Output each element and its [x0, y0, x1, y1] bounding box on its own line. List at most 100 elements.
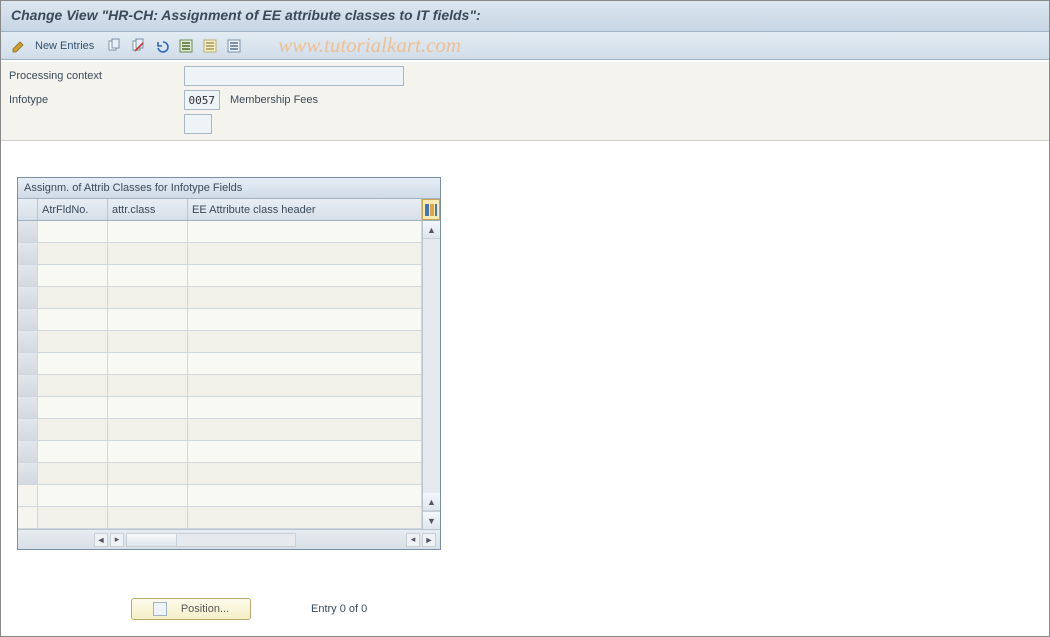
table-row — [18, 419, 422, 441]
cell-attr-class[interactable] — [108, 309, 188, 331]
processing-context-field[interactable] — [184, 66, 404, 86]
extra-blank-field[interactable] — [184, 114, 212, 134]
scroll-up-step-icon[interactable]: ▲ — [423, 493, 440, 511]
table-row — [18, 353, 422, 375]
copy-icon[interactable] — [104, 36, 124, 56]
table-row — [18, 287, 422, 309]
row-selector[interactable] — [18, 331, 38, 353]
cell-atr-fld-no[interactable] — [38, 507, 108, 529]
cell-attr-class[interactable] — [108, 397, 188, 419]
cell-atr-fld-no[interactable] — [38, 441, 108, 463]
grid-header-row: AtrFldNo. attr.class EE Attribute class … — [18, 199, 440, 221]
new-entries-button[interactable]: New Entries — [33, 40, 100, 52]
cell-ee-header[interactable] — [188, 375, 422, 397]
cell-attr-class[interactable] — [108, 375, 188, 397]
cell-ee-header[interactable] — [188, 419, 422, 441]
row-selector[interactable] — [18, 309, 38, 331]
cell-atr-fld-no[interactable] — [38, 375, 108, 397]
cell-atr-fld-no[interactable] — [38, 331, 108, 353]
cell-attr-class[interactable] — [108, 485, 188, 507]
cell-atr-fld-no[interactable] — [38, 309, 108, 331]
cell-ee-header[interactable] — [188, 485, 422, 507]
table-row — [18, 309, 422, 331]
cell-atr-fld-no[interactable] — [38, 485, 108, 507]
cell-atr-fld-no[interactable] — [38, 287, 108, 309]
infotype-field[interactable]: 0057 — [184, 90, 220, 110]
row-selector[interactable] — [18, 353, 38, 375]
infotype-label: Infotype — [5, 94, 180, 106]
row-selector[interactable] — [18, 397, 38, 419]
cell-attr-class[interactable] — [108, 419, 188, 441]
grid-rows — [18, 221, 422, 529]
cell-attr-class[interactable] — [108, 265, 188, 287]
row-selector[interactable] — [18, 441, 38, 463]
cell-ee-header[interactable] — [188, 441, 422, 463]
cell-atr-fld-no[interactable] — [38, 463, 108, 485]
grid-config-icon[interactable] — [422, 199, 440, 220]
table-row — [18, 221, 422, 243]
row-selector — [18, 507, 38, 529]
row-selector[interactable] — [18, 265, 38, 287]
table-row — [18, 243, 422, 265]
select-block-icon[interactable] — [200, 36, 220, 56]
entry-count-text: Entry 0 of 0 — [311, 603, 367, 615]
row-selector[interactable] — [18, 221, 38, 243]
col-atr-fld-no[interactable]: AtrFldNo. — [38, 199, 108, 220]
scroll-up-icon[interactable]: ▲ — [423, 221, 440, 239]
pencil-icon[interactable] — [9, 36, 29, 56]
app-toolbar: New Entries www.tutorialkart.com — [1, 32, 1049, 60]
hscroll-right-icon[interactable]: ◂ — [406, 533, 420, 547]
hscroll-track[interactable] — [126, 533, 296, 547]
col-attr-class[interactable]: attr.class — [108, 199, 188, 220]
row-selector[interactable] — [18, 419, 38, 441]
cell-atr-fld-no[interactable] — [38, 397, 108, 419]
table-row — [18, 441, 422, 463]
hscroll-right-end-icon[interactable]: ► — [422, 533, 436, 547]
grid-vertical-scrollbar[interactable]: ▲ ▲ ▼ — [422, 221, 440, 529]
position-button[interactable]: Position... — [131, 598, 251, 620]
processing-context-label: Processing context — [5, 70, 180, 82]
cell-attr-class[interactable] — [108, 507, 188, 529]
page-title: Change View "HR-CH: Assignment of EE att… — [1, 1, 1049, 32]
cell-ee-header[interactable] — [188, 309, 422, 331]
hscroll-left-icon[interactable]: ▸ — [110, 533, 124, 547]
table-row — [18, 397, 422, 419]
cell-atr-fld-no[interactable] — [38, 243, 108, 265]
select-all-icon[interactable] — [176, 36, 196, 56]
scroll-track[interactable] — [423, 239, 440, 493]
cell-atr-fld-no[interactable] — [38, 419, 108, 441]
hscroll-left-end-icon[interactable]: ◄ — [94, 533, 108, 547]
undo-icon[interactable] — [152, 36, 172, 56]
scroll-down-icon[interactable]: ▼ — [423, 511, 440, 529]
row-selector[interactable] — [18, 243, 38, 265]
cell-ee-header[interactable] — [188, 463, 422, 485]
position-button-label: Position... — [181, 603, 229, 615]
cell-attr-class[interactable] — [108, 221, 188, 243]
cell-ee-header[interactable] — [188, 265, 422, 287]
hscroll-thumb[interactable] — [127, 534, 177, 546]
cell-ee-header[interactable] — [188, 331, 422, 353]
cell-attr-class[interactable] — [108, 463, 188, 485]
row-selector[interactable] — [18, 287, 38, 309]
cell-attr-class[interactable] — [108, 353, 188, 375]
cell-ee-header[interactable] — [188, 353, 422, 375]
cell-atr-fld-no[interactable] — [38, 265, 108, 287]
cell-attr-class[interactable] — [108, 331, 188, 353]
cell-ee-header[interactable] — [188, 397, 422, 419]
cell-ee-header[interactable] — [188, 287, 422, 309]
delete-icon[interactable] — [128, 36, 148, 56]
row-selector[interactable] — [18, 463, 38, 485]
cell-atr-fld-no[interactable] — [38, 353, 108, 375]
grid-header-selector[interactable] — [18, 199, 38, 220]
deselect-all-icon[interactable] — [224, 36, 244, 56]
grid-title: Assignm. of Attrib Classes for Infotype … — [18, 178, 440, 199]
row-selector[interactable] — [18, 375, 38, 397]
cell-ee-header[interactable] — [188, 221, 422, 243]
cell-attr-class[interactable] — [108, 287, 188, 309]
col-ee-header[interactable]: EE Attribute class header — [188, 199, 422, 220]
cell-atr-fld-no[interactable] — [38, 221, 108, 243]
cell-attr-class[interactable] — [108, 441, 188, 463]
cell-ee-header[interactable] — [188, 243, 422, 265]
cell-attr-class[interactable] — [108, 243, 188, 265]
cell-ee-header[interactable] — [188, 507, 422, 529]
